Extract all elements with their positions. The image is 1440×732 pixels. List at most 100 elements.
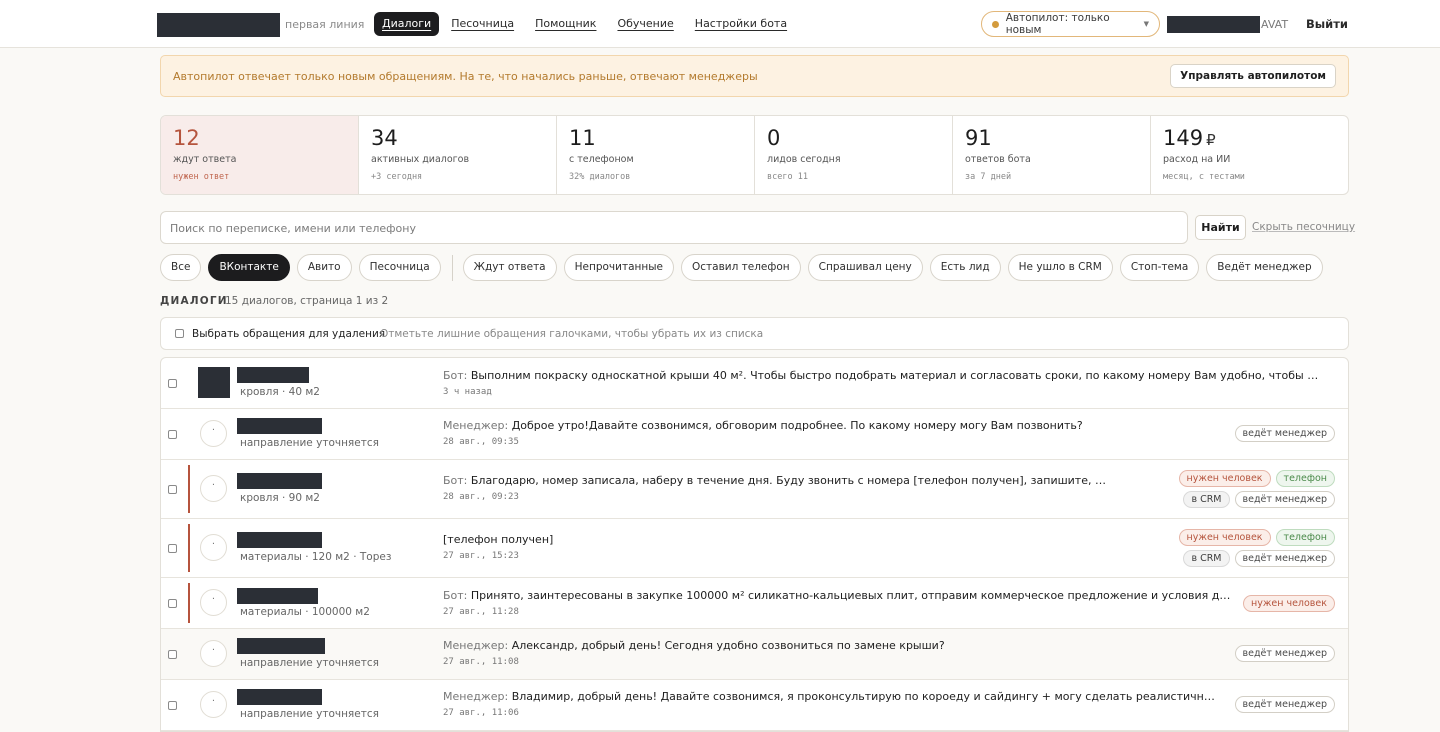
table-row[interactable]: кровля · 40 м2 Бот: Выполним покраску од…	[161, 358, 1348, 409]
last-message: Менеджер: Владимир, добрый день! Давайте…	[443, 690, 1223, 703]
stat-active[interactable]: 34 активных диалогов +3 сегодня	[359, 116, 557, 194]
message-text: Выполним покраску односкатной крыши 40 м…	[470, 369, 1323, 382]
filter-stop-topic[interactable]: Стоп-тема	[1119, 254, 1200, 281]
dialog-topic: кровля · 40 м2	[240, 386, 320, 398]
last-message: [телефон получен]	[443, 533, 1113, 546]
stat-leads-today[interactable]: 0 лидов сегодня всего 11	[755, 116, 953, 194]
row-checkbox[interactable]	[168, 430, 177, 439]
user-suffix: AVAT	[1261, 18, 1289, 31]
contact-name	[237, 638, 325, 654]
logout-button[interactable]: Выйти	[1306, 17, 1348, 31]
table-row[interactable]: · материалы · 120 м2 · Торез [телефон по…	[161, 519, 1348, 578]
bulk-select-bar: Выбрать обращения для удаления Отметьте …	[160, 317, 1349, 350]
hide-sandbox-link[interactable]: Скрыть песочницу	[1252, 221, 1355, 233]
message-author: Бот:	[443, 369, 468, 382]
timestamp: 27 авг., 11:08	[443, 657, 519, 667]
stat-label: лидов сегодня	[767, 154, 841, 165]
avatar	[198, 367, 230, 398]
search-button[interactable]: Найти	[1195, 215, 1246, 240]
select-all-checkbox[interactable]	[175, 329, 184, 338]
avatar: ·	[200, 534, 227, 561]
table-row[interactable]: · материалы · 100000 м2 Бот: Принято, за…	[161, 578, 1348, 629]
stat-sub: 32% диалогов	[569, 172, 631, 182]
filter-not-in-crm[interactable]: Не ушло в CRM	[1007, 254, 1113, 281]
table-row[interactable]: · направление уточняется Менеджер: Алекс…	[161, 629, 1348, 680]
nav-sandbox[interactable]: Песочница	[451, 12, 514, 36]
table-row[interactable]: · кровля · 90 м2 Бот: Благодарю, номер з…	[161, 460, 1348, 519]
tag-needs-human: нужен человек	[1178, 470, 1271, 487]
row-checkbox[interactable]	[168, 485, 177, 494]
search-input[interactable]: Поиск по переписке, имени или телефону	[160, 211, 1188, 244]
nav-assistant[interactable]: Помощник	[535, 12, 596, 36]
row-checkbox[interactable]	[168, 379, 177, 388]
attention-marker	[188, 583, 190, 623]
row-tags: нужен человек телефон в CRM ведёт менедж…	[1135, 529, 1335, 567]
message-text: Доброе утро!Давайте созвонимся, обговори…	[511, 419, 1083, 432]
nav-training[interactable]: Обучение	[617, 12, 673, 36]
row-checkbox[interactable]	[168, 544, 177, 553]
stat-bot-replies[interactable]: 91 ответов бота за 7 дней	[953, 116, 1151, 194]
message-author: Менеджер:	[443, 690, 509, 703]
message-author: Менеджер:	[443, 639, 509, 652]
stats-panel: 12 ждут ответа нужен ответ 34 активных д…	[160, 115, 1349, 195]
nav-dialogs[interactable]: Диалоги	[374, 12, 440, 36]
stat-label: активных диалогов	[371, 154, 470, 165]
stat-value: 11	[569, 126, 596, 150]
stat-sub: за 7 дней	[965, 172, 1012, 182]
attention-marker	[188, 465, 190, 513]
banner-text: Автопилот отвечает только новым обращени…	[173, 70, 758, 83]
contact-name	[237, 532, 322, 548]
nav-bot-settings[interactable]: Настройки бота	[695, 12, 787, 36]
divider	[451, 254, 453, 281]
avatar: ·	[200, 691, 227, 718]
autopilot-select[interactable]: Автопилот: только новым ▼	[981, 11, 1160, 37]
contact-name	[237, 473, 322, 489]
row-checkbox[interactable]	[168, 701, 177, 710]
timestamp: 28 авг., 09:23	[443, 492, 519, 502]
stat-with-phone[interactable]: 11 с телефоном 32% диалогов	[557, 116, 755, 194]
tag-manager: ведёт менеджер	[1234, 645, 1335, 662]
filter-all[interactable]: Все	[160, 254, 202, 281]
section-title: ДИАЛОГИ	[160, 295, 228, 307]
last-message: Менеджер: Александр, добрый день! Сегодн…	[443, 639, 1233, 652]
select-label[interactable]: Выбрать обращения для удаления	[192, 328, 385, 340]
message-text: [телефон получен]	[443, 533, 554, 546]
filter-vk[interactable]: ВКонтакте	[208, 254, 290, 281]
row-checkbox[interactable]	[168, 650, 177, 659]
avatar: ·	[200, 640, 227, 667]
stat-ai-spend[interactable]: 149 ₽ расход на ИИ месяц, с тестами	[1151, 116, 1348, 194]
tag-phone: телефон	[1275, 470, 1335, 487]
brand-subtitle: первая линия	[285, 18, 365, 31]
filter-left-phone[interactable]: Оставил телефон	[681, 254, 801, 281]
stat-value: 91	[965, 126, 992, 150]
table-row[interactable]: · направление уточняется Менеджер: Влади…	[161, 680, 1348, 731]
filter-manager[interactable]: Ведёт менеджер	[1206, 254, 1323, 281]
message-text: Принято, заинтересованы в закупке 100000…	[470, 589, 1233, 602]
filter-avito[interactable]: Авито	[296, 254, 352, 281]
filter-sandbox[interactable]: Песочница	[358, 254, 441, 281]
chevron-down-icon: ▼	[1143, 20, 1149, 28]
dialog-list: кровля · 40 м2 Бот: Выполним покраску од…	[160, 357, 1349, 732]
manage-autopilot-button[interactable]: Управлять автопилотом	[1170, 64, 1336, 88]
logo[interactable]	[157, 13, 280, 37]
tag-manager: ведёт менеджер	[1234, 550, 1335, 567]
table-row[interactable]: · направление уточняется Менеджер: Добро…	[161, 409, 1348, 460]
row-checkbox[interactable]	[168, 599, 177, 608]
timestamp: 27 авг., 11:06	[443, 708, 519, 718]
filter-has-lead[interactable]: Есть лид	[929, 254, 1001, 281]
contact-name	[237, 418, 322, 434]
message-author: Бот:	[443, 589, 468, 602]
dialog-topic: направление уточняется	[240, 657, 379, 669]
section-meta: 15 диалогов, страница 1 из 2	[225, 295, 389, 307]
status-dot-icon	[992, 20, 999, 28]
contact-name	[237, 689, 322, 705]
filter-asked-price[interactable]: Спрашивал цену	[807, 254, 923, 281]
filter-unread[interactable]: Непрочитанные	[563, 254, 674, 281]
filter-bar: Все ВКонтакте Авито Песочница Ждут ответ…	[160, 254, 1330, 281]
stat-awaiting[interactable]: 12 ждут ответа нужен ответ	[161, 116, 359, 194]
filter-awaiting[interactable]: Ждут ответа	[462, 254, 557, 281]
timestamp: 3 ч назад	[443, 387, 492, 397]
user-name	[1167, 16, 1260, 33]
tag-in-crm: в CRM	[1183, 491, 1230, 508]
tag-needs-human: нужен человек	[1243, 595, 1335, 612]
